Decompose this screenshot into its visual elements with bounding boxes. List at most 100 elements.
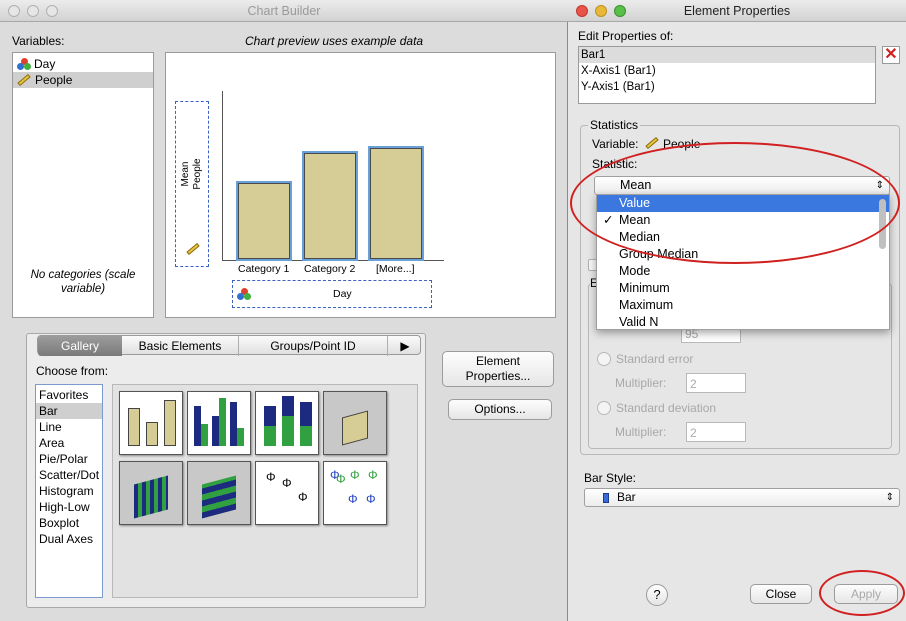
edit-properties-list[interactable]: Bar1 X-Axis1 (Bar1) Y-Axis1 (Bar1)	[578, 46, 876, 104]
chart-canvas[interactable]: Mean People Category 1 Category 2 [More.…	[165, 52, 556, 318]
annotation-circle-apply	[819, 570, 905, 616]
tab-gallery[interactable]: Gallery	[38, 336, 122, 356]
gallery-panel: Gallery Basic Elements Groups/Point ID ▶…	[26, 333, 426, 608]
bar-icon	[603, 493, 609, 503]
statistic-option-label: Mode	[619, 264, 651, 278]
scale-ruler-icon	[186, 242, 200, 256]
list-item[interactable]: Bar1	[579, 47, 875, 63]
variable-label: Variable:	[592, 137, 639, 151]
statistic-option-label: Valid N	[619, 315, 659, 329]
thumbnail-simple-error-bar[interactable]: Φ Φ Φ	[255, 461, 319, 525]
thumbnail-simple-bar[interactable]	[119, 391, 183, 455]
preview-bar[interactable]	[236, 181, 292, 261]
x-axis-drop-zone[interactable]: Day	[232, 280, 432, 308]
variables-label: Variables:	[12, 34, 65, 48]
chart-type-list[interactable]: Favorites Bar Line Area Pie/Polar Scatter/Dot…	[35, 384, 103, 598]
standard-error-radio[interactable]	[597, 352, 611, 366]
bar-style-label: Bar Style:	[584, 471, 637, 485]
thumbnail-clustered-error-bar[interactable]: Φ Φ Φ Φ Φ Φ	[323, 461, 387, 525]
options-button[interactable]: Options...	[448, 399, 552, 420]
statistic-option[interactable]: Minimum	[597, 280, 889, 297]
variable-item-day[interactable]: Day	[13, 56, 153, 72]
category-label: Category 1	[238, 263, 290, 275]
gallery-tabbar: Gallery Basic Elements Groups/Point ID ▶	[37, 335, 421, 356]
thumbnail-stacked-bar[interactable]	[255, 391, 319, 455]
nominal-icon	[17, 57, 31, 71]
select-arrows-icon: ⇕	[885, 492, 894, 503]
variable-label: People	[35, 73, 73, 87]
statistic-option[interactable]: Mode	[597, 263, 889, 280]
y-axis-drop-zone[interactable]: Mean People	[175, 101, 209, 267]
thumbnail-3d-stacked-bar[interactable]	[187, 461, 251, 525]
statistics-group-label: Statistics	[588, 118, 641, 132]
nominal-icon	[237, 288, 251, 301]
standard-deviation-radio[interactable]	[597, 401, 611, 415]
chart-type-item[interactable]: Favorites	[36, 387, 102, 403]
categories-pane: No categories (scale variable)	[12, 262, 154, 318]
statistic-option-label: Minimum	[619, 281, 670, 295]
multiplier-label: Multiplier:	[615, 376, 667, 390]
statistic-option[interactable]: Maximum	[597, 297, 889, 314]
chart-type-item[interactable]: Histogram	[36, 483, 102, 499]
annotation-circle-statistic	[570, 142, 900, 264]
bar-style-select[interactable]: Bar ⇕	[584, 488, 900, 507]
thumbnail-3d-clustered-bar[interactable]	[119, 461, 183, 525]
statistic-option[interactable]: Valid N	[597, 314, 889, 329]
thumbnail-clustered-bar[interactable]	[187, 391, 251, 455]
chart-builder-window: Chart Builder Variables: Chart preview u…	[0, 0, 568, 621]
category-label: Category 2	[304, 263, 356, 275]
statistic-option-label: Maximum	[619, 298, 674, 312]
element-properties-titlebar: Element Properties	[568, 0, 906, 22]
variable-label: Day	[34, 57, 56, 71]
x-axis-label: Day	[333, 288, 352, 300]
chart-type-item[interactable]: Scatter/Dot	[36, 467, 102, 483]
tabs-scroll-right-icon[interactable]: ▶	[390, 336, 420, 356]
variable-item-people[interactable]: People	[13, 72, 153, 88]
standard-deviation-label: Standard deviation	[616, 401, 717, 415]
choose-from-label: Choose from:	[36, 364, 109, 378]
minimize-window-icon[interactable]	[595, 5, 607, 17]
chart-type-items: Favorites Bar Line Area Pie/Polar Scatter/Dot…	[36, 387, 102, 547]
standard-error-label: Standard error	[616, 352, 694, 366]
thumbnail-3d-bar[interactable]	[323, 391, 387, 455]
help-icon: ?	[653, 587, 661, 602]
zoom-window-icon[interactable]	[614, 5, 626, 17]
multiplier-sd-field[interactable]: 2	[686, 422, 746, 442]
chart-type-item[interactable]: Bar	[36, 403, 102, 419]
zoom-window-icon[interactable]	[46, 5, 58, 17]
delete-element-icon[interactable]: ✕	[882, 46, 900, 64]
list-item[interactable]: Y-Axis1 (Bar1)	[579, 79, 875, 95]
element-properties-window: Element Properties Edit Properties of: B…	[568, 0, 906, 621]
scale-ruler-icon	[17, 73, 31, 87]
preview-bar[interactable]	[302, 151, 358, 261]
no-categories-text: No categories (scale variable)	[30, 269, 136, 295]
window-title: Element Properties	[683, 4, 791, 18]
chart-type-item[interactable]: Line	[36, 419, 102, 435]
preview-bar[interactable]	[368, 146, 424, 261]
tab-groups-point-id[interactable]: Groups/Point ID	[238, 336, 388, 356]
x-axis-line	[222, 260, 444, 261]
list-item[interactable]: X-Axis1 (Bar1)	[579, 63, 875, 79]
chart-type-item[interactable]: Dual Axes	[36, 531, 102, 547]
tab-basic-elements[interactable]: Basic Elements	[124, 336, 236, 356]
close-button[interactable]: Close	[750, 584, 812, 604]
close-window-icon[interactable]	[8, 5, 20, 17]
help-button[interactable]: ?	[646, 584, 668, 606]
minimize-window-icon[interactable]	[27, 5, 39, 17]
chart-type-item[interactable]: Boxplot	[36, 515, 102, 531]
variables-list[interactable]: Day People	[12, 52, 154, 266]
chart-type-item[interactable]: Pie/Polar	[36, 451, 102, 467]
chart-type-item[interactable]: Area	[36, 435, 102, 451]
chart-type-item[interactable]: High-Low	[36, 499, 102, 515]
chart-builder-titlebar: Chart Builder	[0, 0, 568, 22]
window-title: Chart Builder	[247, 4, 321, 18]
preview-note: Chart preview uses example data	[245, 34, 424, 48]
edit-properties-label: Edit Properties of:	[578, 29, 674, 43]
bar-style-value: Bar	[617, 490, 636, 504]
close-window-icon[interactable]	[576, 5, 588, 17]
gallery-thumbnails: Φ Φ Φ Φ Φ Φ Φ Φ Φ	[112, 384, 418, 598]
multiplier-se-field[interactable]: 2	[686, 373, 746, 393]
category-label: [More...]	[376, 263, 415, 275]
element-properties-button[interactable]: Element Properties...	[442, 351, 554, 387]
y-axis-line	[222, 91, 223, 261]
